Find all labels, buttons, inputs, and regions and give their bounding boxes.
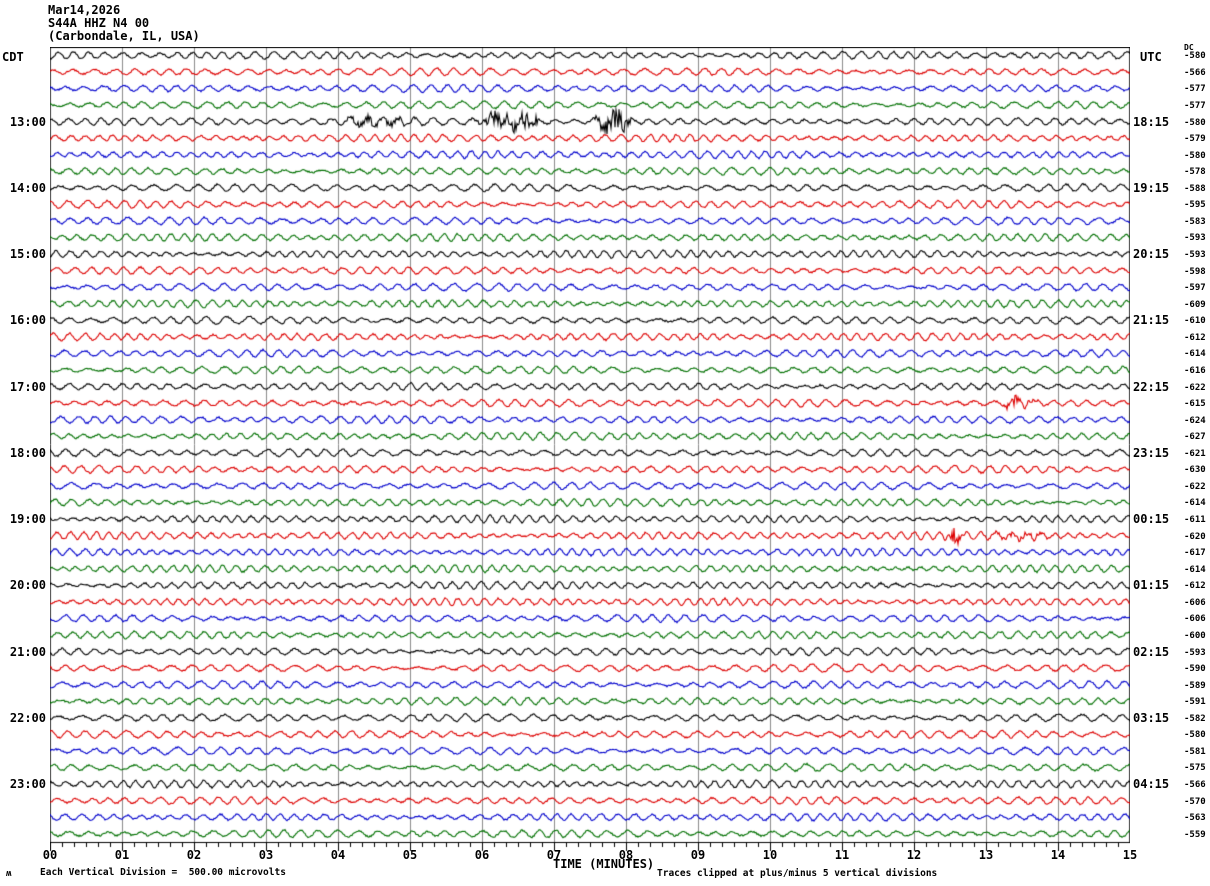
- x-axis-tick-label: 09: [690, 848, 706, 862]
- dc-offset-value: -577: [1184, 100, 1206, 111]
- dc-offset-value: -577: [1184, 84, 1206, 95]
- utc-hour-label: 23:15: [1133, 445, 1170, 460]
- x-axis-tick-label: 03: [258, 848, 274, 862]
- dc-offset-value: -621: [1184, 448, 1206, 459]
- utc-hour-label: 04:15: [1133, 777, 1170, 792]
- dc-offset-value: -589: [1184, 680, 1206, 691]
- dc-offset-value: -598: [1184, 266, 1206, 277]
- dc-offset-value: -593: [1184, 233, 1206, 244]
- dc-offset-value: -627: [1184, 432, 1206, 443]
- scale-footnote: Each Vertical Division = 500.00 microvol…: [40, 867, 286, 878]
- dc-offset-value: -600: [1184, 630, 1206, 641]
- dc-offset-value: -620: [1184, 531, 1206, 542]
- x-axis-tick-label: 01: [114, 848, 130, 862]
- cdt-axis-header: CDT: [2, 50, 24, 64]
- cdt-hour-label: 23:00: [9, 777, 46, 792]
- utc-hour-label: 00:15: [1133, 512, 1170, 527]
- x-axis-tick-label: 12: [906, 848, 922, 862]
- dc-offset-value: -578: [1184, 167, 1206, 178]
- dc-offset-value: -615: [1184, 399, 1206, 410]
- x-axis-title: TIME (MINUTES): [553, 857, 655, 871]
- dc-offset-value: -609: [1184, 299, 1206, 310]
- dc-offset-value: -614: [1184, 564, 1206, 575]
- cdt-hour-label: 15:00: [9, 247, 46, 262]
- cdt-hour-label: 22:00: [9, 710, 46, 725]
- dc-offset-value: -612: [1184, 581, 1206, 592]
- helicorder-page: Mar14,2026 S44A HHZ N4 00 (Carbondale, I…: [0, 0, 1210, 886]
- dc-offset-value: -617: [1184, 548, 1206, 559]
- clipping-footnote: Traces clipped at plus/minus 5 vertical …: [657, 868, 938, 879]
- cdt-hour-label: 14:00: [9, 180, 46, 195]
- dc-offset-value: -566: [1184, 780, 1206, 791]
- dc-offset-value: -616: [1184, 365, 1206, 376]
- dc-offset-value: -610: [1184, 316, 1206, 327]
- x-axis-tick-label: 10: [762, 848, 778, 862]
- utc-hour-label: 01:15: [1133, 578, 1170, 593]
- dc-offset-value: -563: [1184, 813, 1206, 824]
- cdt-hour-label: 19:00: [9, 512, 46, 527]
- x-axis-tick-label: 05: [402, 848, 418, 862]
- dc-offset-value: -593: [1184, 250, 1206, 261]
- cdt-hour-label: 20:00: [9, 578, 46, 593]
- dc-offset-value: -630: [1184, 465, 1206, 476]
- corner-squiggle-mark: ʍ: [6, 869, 12, 879]
- x-axis-tick-label: 02: [186, 848, 202, 862]
- cdt-hour-label: 13:00: [9, 114, 46, 129]
- dc-offset-value: -593: [1184, 647, 1206, 658]
- dc-offset-value: -570: [1184, 796, 1206, 807]
- dc-offset-value: -575: [1184, 763, 1206, 774]
- utc-hour-label: 03:15: [1133, 710, 1170, 725]
- dc-offset-value: -606: [1184, 597, 1206, 608]
- utc-hour-label: 21:15: [1133, 313, 1170, 328]
- dc-offset-value: -606: [1184, 614, 1206, 625]
- dc-offset-value: -590: [1184, 664, 1206, 675]
- dc-offset-value: -582: [1184, 713, 1206, 724]
- x-axis-tick-label: 04: [330, 848, 346, 862]
- dc-offset-value: -614: [1184, 349, 1206, 360]
- dc-offset-value: -559: [1184, 829, 1206, 840]
- dc-offset-value: -611: [1184, 515, 1206, 526]
- x-axis-tick-label: 13: [978, 848, 994, 862]
- dc-offset-value: -588: [1184, 183, 1206, 194]
- cdt-hour-label: 21:00: [9, 644, 46, 659]
- utc-hour-label: 20:15: [1133, 247, 1170, 262]
- dc-offset-value: -622: [1184, 382, 1206, 393]
- utc-hour-label: 02:15: [1133, 644, 1170, 659]
- x-axis-tick-label: 11: [834, 848, 850, 862]
- utc-hour-label: 22:15: [1133, 379, 1170, 394]
- x-axis-tick-label: 14: [1050, 848, 1066, 862]
- dc-offset-value: -614: [1184, 498, 1206, 509]
- utc-hour-label: 18:15: [1133, 114, 1170, 129]
- dc-offset-value: -583: [1184, 216, 1206, 227]
- utc-hour-label: 19:15: [1133, 180, 1170, 195]
- dc-offset-value: -579: [1184, 134, 1206, 145]
- dc-offset-value: -581: [1184, 746, 1206, 757]
- dc-offset-value: -580: [1184, 117, 1206, 128]
- dc-offset-value: -580: [1184, 150, 1206, 161]
- dc-offset-value: -612: [1184, 332, 1206, 343]
- dc-offset-value: -580: [1184, 51, 1206, 62]
- utc-axis-header: UTC: [1140, 50, 1162, 64]
- dc-offset-value: -595: [1184, 200, 1206, 211]
- cdt-hour-label: 18:00: [9, 445, 46, 460]
- x-axis-tick-label: 06: [474, 848, 490, 862]
- dc-offset-value: -566: [1184, 67, 1206, 78]
- dc-offset-value: -622: [1184, 481, 1206, 492]
- title-location: (Carbondale, IL, USA): [48, 29, 200, 43]
- cdt-hour-label: 16:00: [9, 313, 46, 328]
- seismogram-plot: [50, 47, 1130, 853]
- cdt-hour-label: 17:00: [9, 379, 46, 394]
- dc-offset-value: -624: [1184, 415, 1206, 426]
- dc-offset-value: -591: [1184, 697, 1206, 708]
- dc-offset-value: -580: [1184, 730, 1206, 741]
- x-axis-tick-label: 15: [1122, 848, 1138, 862]
- dc-offset-value: -597: [1184, 283, 1206, 294]
- x-axis-tick-label: 00: [42, 848, 58, 862]
